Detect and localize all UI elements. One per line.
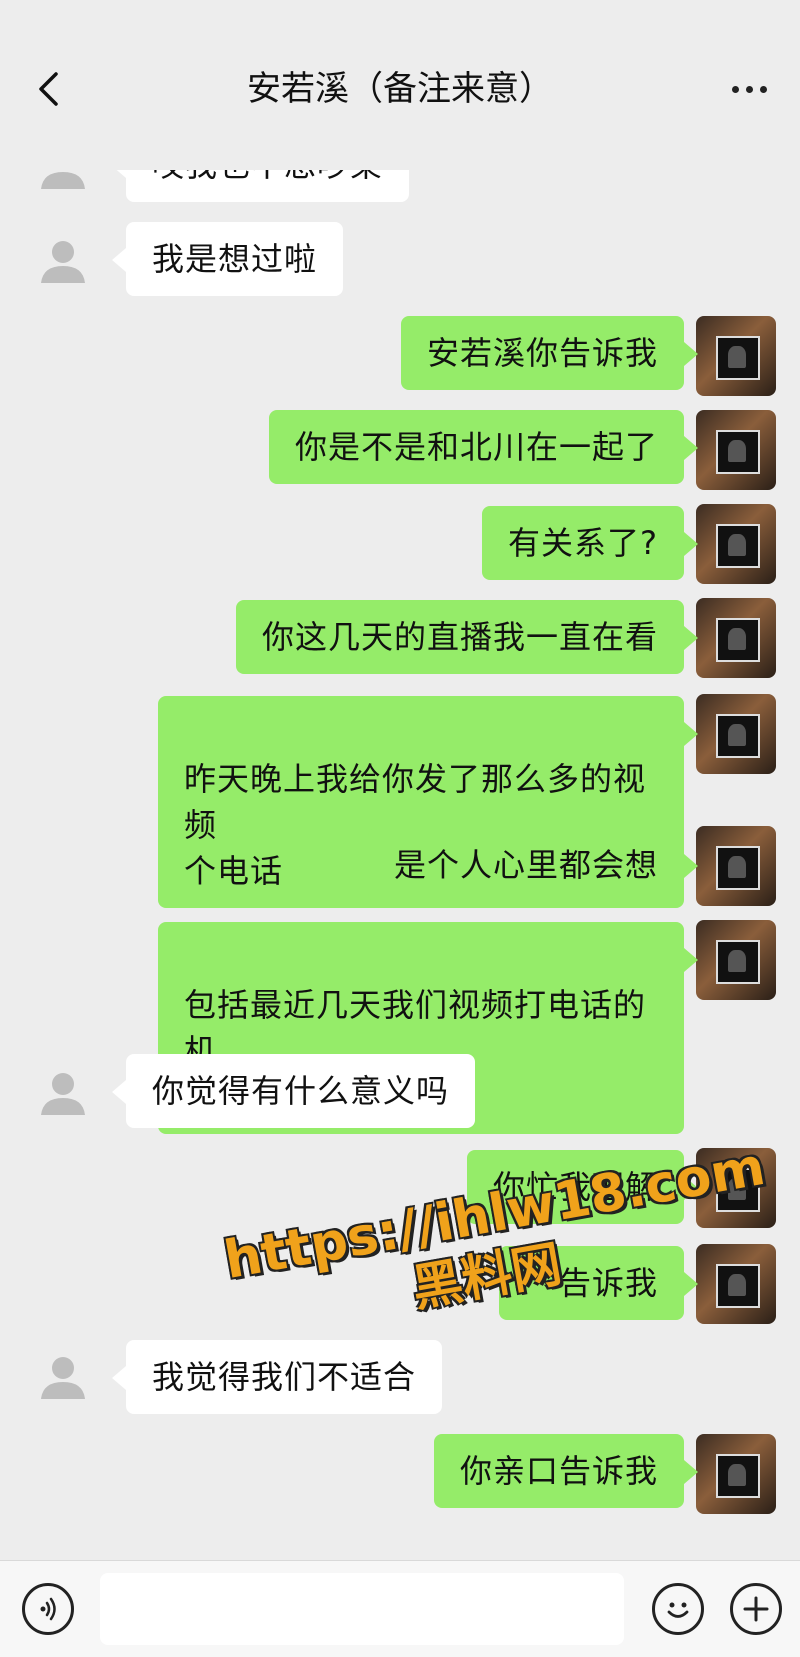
plus-button[interactable] bbox=[730, 1583, 782, 1635]
message-bubble[interactable]: 你这几天的直播我一直在看 bbox=[235, 600, 699, 674]
more-dots-icon bbox=[745, 85, 753, 93]
my-avatar[interactable] bbox=[696, 504, 776, 584]
message-text: 你觉得有什么意义吗 bbox=[152, 1072, 450, 1110]
message-bubble[interactable]: 你亲口告诉我 bbox=[433, 1434, 699, 1508]
person-icon bbox=[41, 1357, 85, 1399]
my-avatar[interactable] bbox=[696, 1244, 776, 1324]
more-button[interactable] bbox=[724, 64, 774, 114]
chat-area[interactable]: 哎我也不想吵架 我是想过啦 安若溪你告诉我 你是不是和北川在一起了 有关系了? … bbox=[0, 0, 800, 1560]
message-text: 告诉我 bbox=[558, 1264, 658, 1302]
voice-icon bbox=[40, 1597, 56, 1621]
my-avatar[interactable] bbox=[696, 826, 776, 906]
contact-avatar[interactable] bbox=[38, 236, 88, 286]
contact-avatar[interactable] bbox=[38, 1352, 88, 1402]
more-dots-icon bbox=[731, 85, 739, 93]
person-icon bbox=[41, 1073, 85, 1115]
message-text: 你这几天的直播我一直在看 bbox=[261, 618, 658, 656]
plus-icon bbox=[743, 1596, 769, 1622]
my-avatar[interactable] bbox=[696, 410, 776, 490]
emoji-icon bbox=[667, 1602, 689, 1618]
person-icon bbox=[41, 241, 85, 283]
back-button[interactable] bbox=[28, 64, 68, 114]
contact-avatar[interactable] bbox=[38, 1068, 88, 1118]
message-bubble[interactable]: 告诉我 bbox=[498, 1246, 699, 1320]
chat-header: 安若溪（备注来意） bbox=[0, 0, 800, 170]
message-bubble[interactable]: 你觉得有什么意义吗 bbox=[111, 1054, 476, 1128]
my-avatar[interactable] bbox=[696, 694, 776, 774]
input-bar bbox=[0, 1560, 800, 1657]
chevron-left-icon bbox=[39, 72, 58, 106]
message-text: 有关系了? bbox=[508, 524, 658, 562]
message-bubble[interactable]: 你是不是和北川在一起了 bbox=[268, 410, 699, 484]
emoji-button[interactable] bbox=[652, 1583, 704, 1635]
message-input[interactable] bbox=[100, 1573, 624, 1645]
message-bubble[interactable]: 我是想过啦 bbox=[111, 222, 344, 296]
my-avatar[interactable] bbox=[696, 1148, 776, 1228]
message-bubble[interactable]: 安若溪你告诉我 bbox=[400, 316, 699, 390]
message-text: 我觉得我们不适合 bbox=[152, 1358, 417, 1396]
my-avatar[interactable] bbox=[696, 316, 776, 396]
message-text: 安若溪你告诉我 bbox=[426, 334, 658, 372]
message-bubble[interactable]: 有关系了? bbox=[482, 506, 698, 580]
message-text: 我是想过啦 bbox=[152, 240, 318, 278]
chat-title: 安若溪（备注来意） bbox=[247, 69, 553, 109]
message-text: 你忙我理解 bbox=[492, 1168, 658, 1206]
message-text: 是个人心里都会想 bbox=[393, 846, 658, 884]
message-bubble[interactable]: 是个人心里都会想 bbox=[367, 828, 699, 902]
message-bubble[interactable]: 你忙我理解 bbox=[466, 1150, 699, 1224]
message-text: 你是不是和北川在一起了 bbox=[294, 428, 658, 466]
message-text: 你亲口告诉我 bbox=[459, 1452, 658, 1490]
more-dots-icon bbox=[759, 85, 767, 93]
my-avatar[interactable] bbox=[696, 920, 776, 1000]
message-bubble[interactable]: 我觉得我们不适合 bbox=[111, 1340, 443, 1414]
my-avatar[interactable] bbox=[696, 598, 776, 678]
voice-button[interactable] bbox=[22, 1583, 74, 1635]
my-avatar[interactable] bbox=[696, 1434, 776, 1514]
